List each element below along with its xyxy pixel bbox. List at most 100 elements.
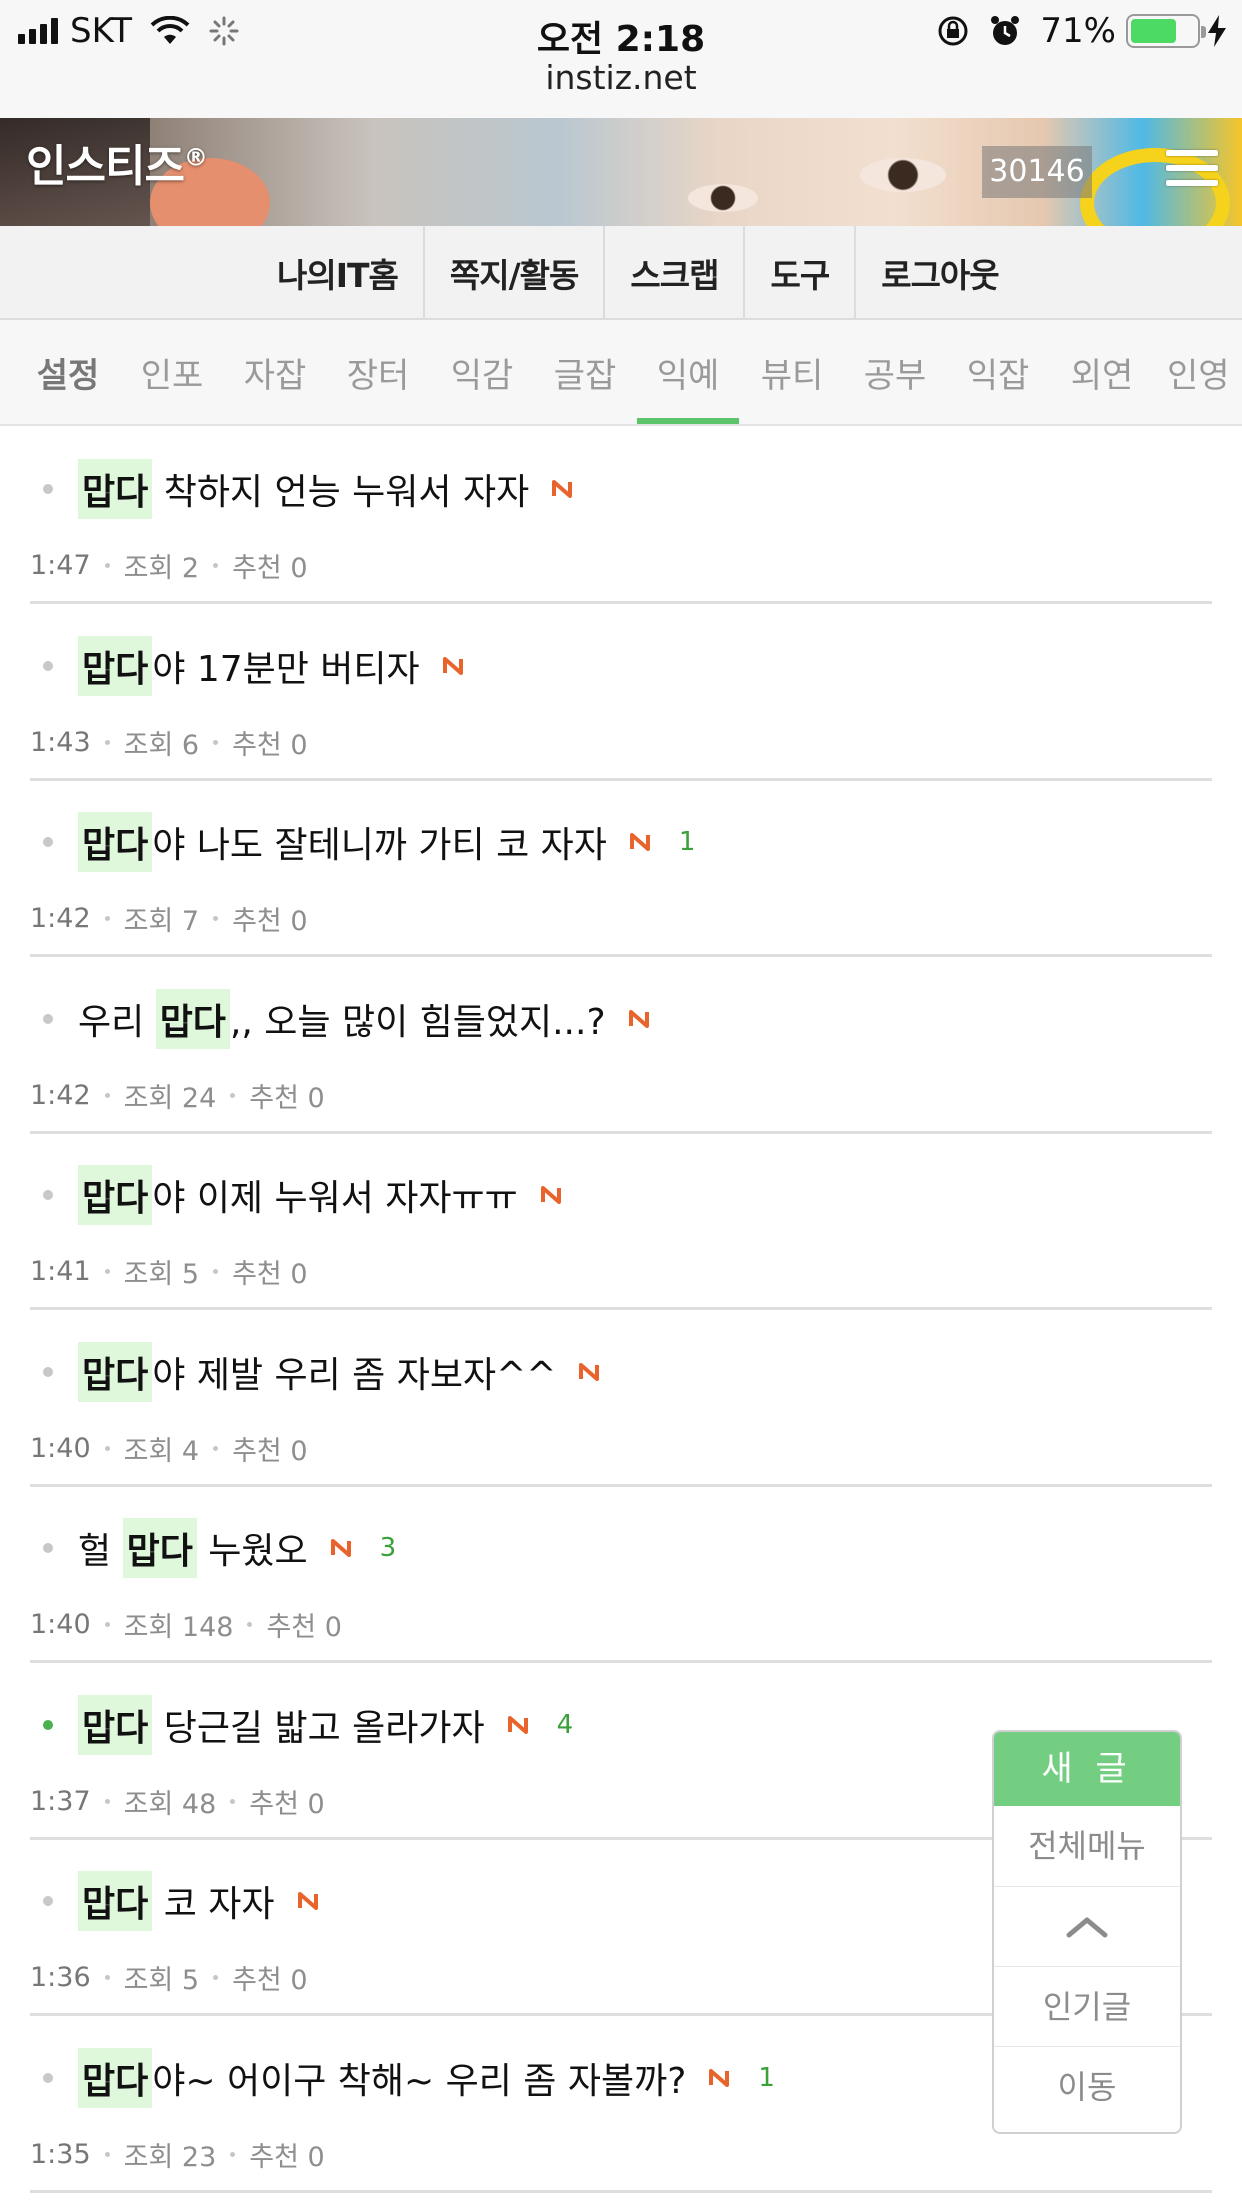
- logo-text: 인스티즈: [26, 141, 185, 192]
- post-time: 1:41: [30, 1256, 91, 1287]
- tab-ikye-label: 익예: [656, 356, 720, 396]
- bullet-icon: [43, 1720, 53, 1730]
- bullet-icon: [43, 1014, 53, 1024]
- logo-mark: ®: [183, 143, 208, 172]
- post-title[interactable]: 맙다 야 17분만 버티자: [78, 636, 464, 696]
- post-meta: 1:37 조회 48 추천 0: [30, 1782, 325, 1821]
- keyword-highlight: 맙다: [78, 1342, 153, 1402]
- keyword-highlight: 맙다: [78, 1165, 153, 1225]
- keyword-highlight: 맙다: [78, 636, 153, 696]
- scroll-top-button[interactable]: [994, 1886, 1180, 1966]
- separator-dot: [247, 1622, 253, 1627]
- post-title-rest: 당근길 밟고 올라가자: [152, 1708, 485, 1749]
- bullet-icon: [43, 661, 53, 671]
- post-title[interactable]: 맙다 코 자자: [78, 1871, 319, 1931]
- separator-dot: [213, 740, 219, 745]
- hamburger-menu-icon[interactable]: [1166, 150, 1218, 194]
- site-logo[interactable]: 인스티즈®: [26, 130, 208, 194]
- like-count: 추천 0: [249, 1083, 325, 1114]
- separator-dot: [104, 1093, 110, 1098]
- post-title[interactable]: 맙다 야 제발 우리 좀 자보자^^: [78, 1342, 600, 1402]
- header-banner: 인스티즈® 30146: [0, 118, 1242, 226]
- post-title[interactable]: 맙다 착하지 언능 누워서 자자: [78, 459, 573, 519]
- post-row[interactable]: 맙다 착하지 언능 누워서 자자 1:47 조회 2 추천 0: [30, 428, 1212, 604]
- banner-decoration: [860, 158, 946, 192]
- separator-dot: [104, 1975, 110, 1980]
- like-count: 추천 0: [249, 1789, 325, 1820]
- keyword-highlight: 맙다: [78, 1695, 153, 1755]
- keyword-highlight: 맙다: [155, 989, 230, 1049]
- keyword-highlight: 맙다: [78, 2048, 153, 2108]
- post-meta: 1:43 조회 6 추천 0: [30, 723, 308, 762]
- post-title-prefix: 우리: [78, 1002, 156, 1043]
- post-row[interactable]: 맙다 야 나도 잘테니까 가티 코 자자 1 1:42 조회 7 추천 0: [30, 781, 1212, 957]
- post-title[interactable]: 맙다 야~ 어이구 착해~ 우리 좀 자볼까? 1: [78, 2048, 775, 2108]
- tab-ikye[interactable]: 익예: [637, 320, 739, 424]
- tab-study[interactable]: 공부: [857, 320, 933, 424]
- tab-beauty[interactable]: 뷰티: [754, 320, 830, 424]
- tab-ikgam[interactable]: 익감: [444, 320, 520, 424]
- nav-my-home[interactable]: 나의IT홈: [252, 226, 425, 320]
- chevron-up-icon: [1066, 1917, 1108, 1937]
- new-badge-icon: [330, 1539, 351, 1557]
- tab-geuljab[interactable]: 글잡: [547, 320, 623, 424]
- comment-count: 1: [678, 827, 696, 857]
- post-row[interactable]: 맙다 야 17분만 버티자 1:43 조회 6 추천 0: [30, 605, 1212, 781]
- post-title[interactable]: 맙다 당근길 밟고 올라가자 4: [78, 1695, 573, 1755]
- view-count: 조회 4: [123, 1436, 200, 1467]
- post-row[interactable]: 맙다 야 제발 우리 좀 자보자^^ 1:40 조회 4 추천 0: [30, 1311, 1212, 1487]
- post-title[interactable]: 우리 맙다,, 오늘 많이 힘들었지...?: [78, 989, 650, 1049]
- tab-settings[interactable]: 설정: [30, 320, 106, 424]
- separator-dot: [104, 1799, 110, 1804]
- post-meta: 1:36 조회 5 추천 0: [30, 1958, 308, 1997]
- nav-messages-activity[interactable]: 쪽지/활동: [425, 226, 606, 320]
- new-badge-icon: [629, 833, 650, 851]
- new-badge-icon: [297, 1892, 318, 1910]
- separator-dot: [104, 916, 110, 921]
- view-count: 조회 24: [123, 1083, 217, 1114]
- post-row[interactable]: 헐 맙다 누웠오 3 1:40 조회 148 추천 0: [30, 1487, 1212, 1663]
- post-title[interactable]: 맙다 야 이제 누워서 자자ㅠㅠ: [78, 1165, 562, 1225]
- separator-dot: [104, 2152, 110, 2157]
- tab-oeyeon[interactable]: 외연: [1064, 320, 1140, 424]
- move-button[interactable]: 이동: [994, 2046, 1180, 2126]
- like-count: 추천 0: [232, 1259, 308, 1290]
- view-count: 조회 148: [123, 1612, 234, 1643]
- tab-info[interactable]: 인포: [134, 320, 210, 424]
- post-time: 1:40: [30, 1433, 91, 1464]
- visitor-counter: 30146: [982, 146, 1092, 198]
- tab-inyeong[interactable]: 인영: [1167, 320, 1242, 424]
- new-badge-icon: [709, 2069, 730, 2087]
- active-tab-indicator: [637, 418, 739, 424]
- tab-market[interactable]: 장터: [340, 320, 416, 424]
- nav-scrap[interactable]: 스크랩: [605, 226, 746, 320]
- post-meta: 1:40 조회 4 추천 0: [30, 1429, 308, 1468]
- page-url[interactable]: instiz.net: [0, 58, 1242, 97]
- battery-icon: [1126, 14, 1206, 48]
- separator-dot: [104, 1269, 110, 1274]
- separator-dot: [213, 1269, 219, 1274]
- popular-posts-button[interactable]: 인기글: [994, 1966, 1180, 2046]
- new-post-button[interactable]: 새 글: [994, 1732, 1180, 1806]
- nav-tools[interactable]: 도구: [745, 226, 857, 320]
- post-title[interactable]: 맙다 야 나도 잘테니까 가티 코 자자 1: [78, 812, 696, 872]
- new-badge-icon: [507, 1716, 528, 1734]
- post-time: 1:42: [30, 1080, 91, 1111]
- post-title[interactable]: 헐 맙다 누웠오 3: [78, 1518, 396, 1578]
- bullet-icon: [43, 1190, 53, 1200]
- separator-dot: [230, 1799, 236, 1804]
- post-row[interactable]: 우리 맙다,, 오늘 많이 힘들었지...? 1:42 조회 24 추천 0: [30, 958, 1212, 1134]
- separator-dot: [104, 740, 110, 745]
- bullet-icon: [43, 1367, 53, 1377]
- post-row[interactable]: 맙다 야 이제 누워서 자자ㅠㅠ 1:41 조회 5 추천 0: [30, 1134, 1212, 1310]
- all-menu-button[interactable]: 전체메뉴: [994, 1806, 1180, 1886]
- post-time: 1:43: [30, 727, 91, 758]
- alarm-icon: [991, 16, 1020, 45]
- nav-logout[interactable]: 로그아웃: [856, 226, 1023, 320]
- status-bar: SKT 오전 2:18 instiz.net 71%: [0, 0, 1242, 118]
- bullet-icon: [43, 2073, 53, 2083]
- new-badge-icon: [552, 480, 573, 498]
- new-badge-icon: [540, 1186, 561, 1204]
- tab-jajab[interactable]: 자잡: [237, 320, 313, 424]
- tab-ikjab[interactable]: 익잡: [960, 320, 1036, 424]
